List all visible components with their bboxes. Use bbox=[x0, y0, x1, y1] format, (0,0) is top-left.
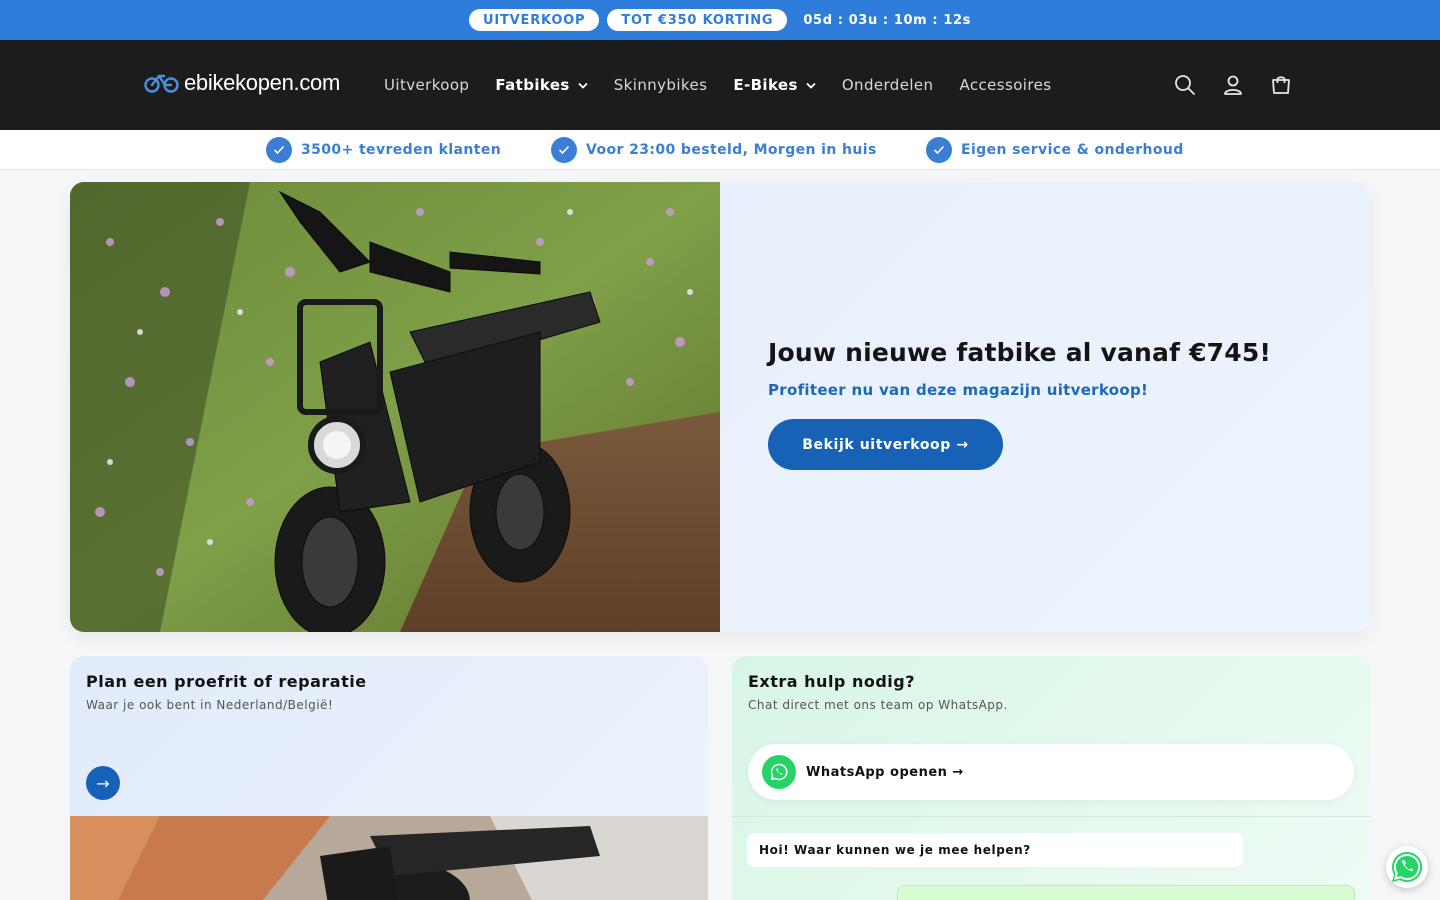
chat-message: Hoi! Waar kunnen we je mee helpen? bbox=[747, 833, 1243, 867]
usp-label: 3500+ tevreden klanten bbox=[301, 142, 502, 158]
nav-label: Uitverkoop bbox=[384, 76, 470, 94]
nav-item-accessoires[interactable]: Accessoires bbox=[959, 76, 1051, 94]
proefrit-card[interactable]: Plan een proefrit of reparatie Waar je o… bbox=[70, 656, 708, 900]
whatsapp-icon bbox=[1391, 851, 1423, 882]
proefrit-image bbox=[70, 816, 708, 900]
search-icon[interactable] bbox=[1166, 66, 1204, 104]
usp-label: Eigen service & onderhoud bbox=[961, 142, 1184, 158]
usp-label: Voor 23:00 besteld, Morgen in huis bbox=[586, 142, 877, 158]
card-subtitle: Waar je ook bent in Nederland/België! bbox=[86, 698, 334, 712]
card-title: Plan een proefrit of reparatie bbox=[86, 672, 367, 691]
nav-item-e-bikes[interactable]: E-Bikes bbox=[733, 76, 816, 94]
hero-subtitle: Profiteer nu van deze magazijn uitverkoo… bbox=[768, 381, 1149, 399]
main-nav: Uitverkoop Fatbikes Skinnybikes E-Bikes … bbox=[384, 40, 1077, 130]
check-icon bbox=[551, 137, 577, 163]
hero-title: Jouw nieuwe fatbike al vanaf €745! bbox=[768, 338, 1272, 367]
hero-banner: Jouw nieuwe fatbike al vanaf €745! Profi… bbox=[70, 182, 1370, 632]
nav-label: Accessoires bbox=[959, 76, 1052, 94]
check-icon bbox=[926, 137, 952, 163]
chat-preview: Hoi! Waar kunnen we je mee helpen? bbox=[732, 816, 1370, 900]
hero-content: Jouw nieuwe fatbike al vanaf €745! Profi… bbox=[768, 338, 1348, 470]
header-actions bbox=[1166, 66, 1300, 104]
logo[interactable]: ebikekopen.com bbox=[144, 70, 340, 96]
nav-label: E-Bikes bbox=[733, 76, 798, 94]
logo-text: ebikekopen.com bbox=[184, 70, 341, 95]
hero-fatbike-image bbox=[70, 182, 720, 632]
bike-logo-icon bbox=[144, 74, 179, 93]
site-header: ebikekopen.com Uitverkoop Fatbikes Skinn… bbox=[0, 40, 1440, 130]
whatsapp-button-label: WhatsApp openen → bbox=[806, 764, 964, 780]
nav-label: Onderdelen bbox=[841, 76, 934, 94]
cart-icon[interactable] bbox=[1262, 66, 1300, 104]
usp-item: Eigen service & onderhoud bbox=[926, 137, 1184, 163]
chevron-down-icon bbox=[578, 82, 588, 89]
whatsapp-open-button[interactable]: WhatsApp openen → bbox=[748, 744, 1354, 800]
chevron-down-icon bbox=[806, 82, 816, 89]
account-icon[interactable] bbox=[1214, 66, 1252, 104]
bekijk-uitverkoop-button[interactable]: Bekijk uitverkoop → bbox=[768, 419, 1003, 470]
nav-item-onderdelen[interactable]: Onderdelen bbox=[842, 76, 934, 94]
whatsapp-icon bbox=[762, 755, 796, 789]
sale-badge[interactable]: UITVERKOOP bbox=[469, 9, 600, 31]
nav-label: Skinnybikes bbox=[613, 76, 708, 94]
usp-item: 3500+ tevreden klanten bbox=[266, 137, 501, 163]
nav-item-fatbikes[interactable]: Fatbikes bbox=[495, 76, 588, 94]
arrow-right-button[interactable]: → bbox=[86, 766, 120, 800]
nav-item-skinnybikes[interactable]: Skinnybikes bbox=[614, 76, 708, 94]
announcement-bar: UITVERKOOP TOT €350 KORTING 05d : 03u : … bbox=[0, 0, 1440, 40]
nav-item-uitverkoop[interactable]: Uitverkoop bbox=[384, 76, 469, 94]
check-icon bbox=[266, 137, 292, 163]
whatsapp-help-card: Extra hulp nodig? Chat direct met ons te… bbox=[732, 656, 1370, 900]
nav-label: Fatbikes bbox=[495, 76, 570, 94]
usp-bar: 3500+ tevreden klanten Voor 23:00 bestel… bbox=[0, 130, 1440, 170]
card-title: Extra hulp nodig? bbox=[748, 672, 915, 691]
chat-reply-bubble bbox=[897, 885, 1355, 900]
card-subtitle: Chat direct met ons team op WhatsApp. bbox=[748, 698, 1008, 712]
discount-badge[interactable]: TOT €350 KORTING bbox=[607, 9, 788, 31]
usp-item: Voor 23:00 besteld, Morgen in huis bbox=[551, 137, 877, 163]
countdown-timer: 05d : 03u : 10m : 12s bbox=[803, 12, 971, 28]
floating-whatsapp-button[interactable] bbox=[1386, 846, 1428, 888]
